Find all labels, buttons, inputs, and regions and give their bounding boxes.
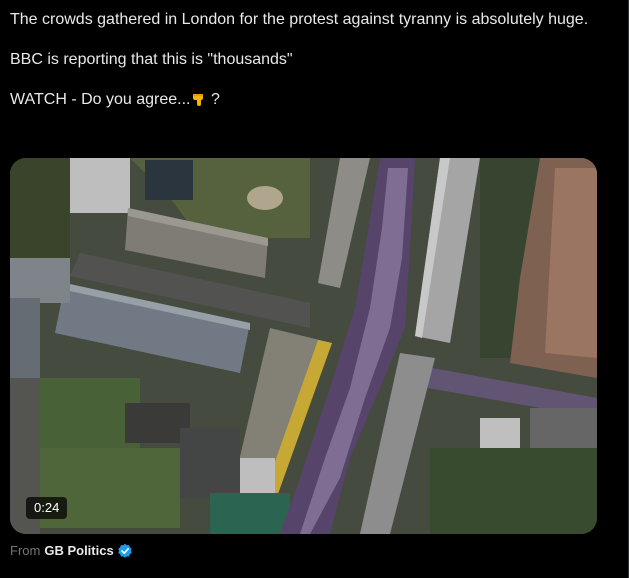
tweet-line-crowds: The crowds gathered in London for the pr…: [10, 11, 589, 28]
tweet-watch-text: WATCH - Do you agree...: [10, 91, 191, 108]
pointing-down-hand-icon: [192, 94, 203, 106]
tweet-question-mark: ?: [206, 91, 220, 108]
tweet-line-bbc: BBC is reporting that this is "thousands…: [10, 51, 293, 68]
video-player[interactable]: 0:24: [10, 158, 597, 534]
video-duration-badge: 0:24: [26, 497, 68, 519]
source-prefix: From: [10, 543, 41, 558]
verified-badge-icon: [118, 543, 132, 558]
source-account-link[interactable]: GB Politics: [44, 543, 113, 559]
tweet-line-watch: WATCH - Do you agree... ?: [10, 90, 610, 110]
video-source-attribution: From GB Politics: [10, 543, 133, 559]
tweet-text: The crowds gathered in London for the pr…: [10, 10, 610, 110]
aerial-crowd-video-frame: [10, 158, 597, 534]
